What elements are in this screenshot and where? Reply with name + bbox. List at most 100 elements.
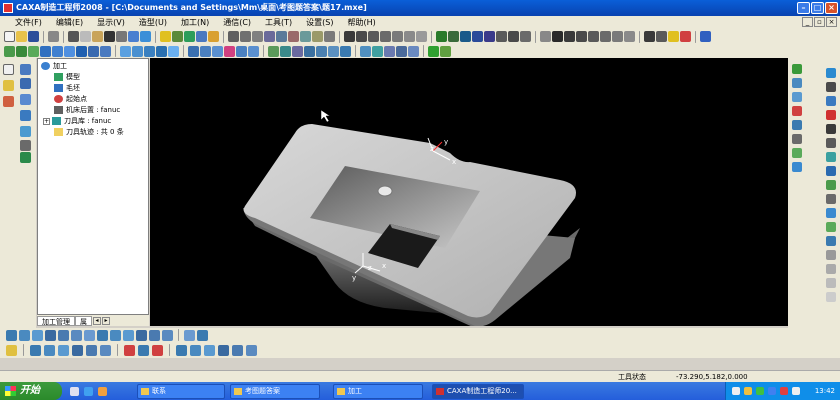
- layer-panel-icon[interactable]: [20, 94, 31, 105]
- ime-icon[interactable]: [768, 387, 776, 395]
- open-file-icon[interactable]: [16, 31, 27, 42]
- pointer-icon[interactable]: [140, 31, 151, 42]
- copy-icon[interactable]: [80, 31, 91, 42]
- curve-circle-icon[interactable]: [792, 92, 802, 102]
- menu-modeling[interactable]: 造型(U): [132, 16, 174, 29]
- tree-toggle-icon[interactable]: [20, 64, 31, 75]
- draw-polygon-icon[interactable]: [826, 124, 836, 134]
- draw-mirror-icon[interactable]: [826, 222, 836, 232]
- media-icon[interactable]: [98, 387, 107, 396]
- material-icon[interactable]: [668, 31, 679, 42]
- feature-array-icon[interactable]: [156, 45, 167, 57]
- minimize-button[interactable]: –: [797, 2, 810, 14]
- rib-icon[interactable]: [368, 31, 379, 42]
- zoom-window-icon[interactable]: [552, 31, 563, 42]
- sketch-icon[interactable]: [328, 45, 339, 57]
- surface-extend-icon[interactable]: [188, 45, 199, 57]
- curve-rect-icon[interactable]: [792, 106, 802, 116]
- feature-loft-icon[interactable]: [40, 45, 51, 57]
- draw-text-icon[interactable]: [826, 180, 836, 190]
- loft-icon[interactable]: [300, 31, 311, 42]
- toolpath-cut-icon[interactable]: [30, 344, 41, 356]
- extrude-icon[interactable]: [264, 31, 275, 42]
- feature-mirror-icon[interactable]: [168, 45, 179, 57]
- task-contact[interactable]: 联系: [137, 384, 225, 399]
- curve-line-icon[interactable]: [792, 64, 802, 74]
- security-icon[interactable]: [756, 387, 764, 395]
- tab-prev-icon[interactable]: ◂: [93, 316, 101, 325]
- task-answers[interactable]: 考图题答案: [230, 384, 320, 399]
- sketch-pencil-icon[interactable]: [3, 80, 14, 91]
- draw-trim-icon[interactable]: [826, 208, 836, 218]
- attribute-icon[interactable]: [408, 45, 419, 57]
- tree-item-machine[interactable]: 机床后置 : fanuc: [54, 105, 120, 115]
- doc-restore-button[interactable]: ▫: [814, 17, 825, 27]
- tree-item-toolpath[interactable]: 刀具轨迹 : 共 0 条: [54, 127, 124, 137]
- draw-polyline-icon[interactable]: [826, 82, 836, 92]
- simulate-icon[interactable]: [162, 329, 173, 341]
- draft-icon[interactable]: [356, 31, 367, 42]
- refresh-icon[interactable]: [612, 31, 623, 42]
- feature-hole-icon[interactable]: [76, 45, 87, 57]
- post-process-icon[interactable]: [184, 329, 195, 341]
- pan-icon[interactable]: [624, 31, 635, 42]
- surface-sew-icon[interactable]: [224, 45, 235, 57]
- window-icon[interactable]: [540, 31, 551, 42]
- menu-settings[interactable]: 设置(S): [299, 16, 340, 29]
- toolpath-split-icon[interactable]: [58, 344, 69, 356]
- start-button[interactable]: 开始: [0, 382, 62, 400]
- fillet-icon[interactable]: [312, 31, 323, 42]
- feature-sweep-icon[interactable]: [52, 45, 63, 57]
- redo-icon[interactable]: [116, 31, 127, 42]
- rotate-view-icon[interactable]: [600, 31, 611, 42]
- zoom-all-icon[interactable]: [588, 31, 599, 42]
- draw-circle-icon[interactable]: [826, 96, 836, 106]
- toolpath-reverse-icon[interactable]: [72, 344, 83, 356]
- drill-icon[interactable]: [58, 329, 69, 341]
- surface-section-icon[interactable]: [248, 45, 259, 57]
- parallel-mill-icon[interactable]: [84, 329, 95, 341]
- sweep-icon[interactable]: [288, 31, 299, 42]
- menu-file[interactable]: 文件(F): [8, 16, 49, 29]
- doc-minimize-button[interactable]: _: [802, 17, 813, 27]
- surface-tool-icon[interactable]: [240, 31, 251, 42]
- draw-point-icon[interactable]: [826, 166, 836, 176]
- curve-spline-icon[interactable]: [792, 134, 802, 144]
- finishing-icon[interactable]: [19, 329, 30, 341]
- surface-blend-icon[interactable]: [212, 45, 223, 57]
- draw-scale-icon[interactable]: [826, 250, 836, 260]
- save-icon[interactable]: [28, 31, 39, 42]
- chamfer-icon[interactable]: [324, 31, 335, 42]
- rest-mill-icon[interactable]: [149, 329, 160, 341]
- toolpath-end-icon[interactable]: [138, 344, 149, 356]
- draw-rotate-icon[interactable]: [826, 264, 836, 274]
- shell-icon[interactable]: [344, 31, 355, 42]
- toolpath-join-icon[interactable]: [44, 344, 55, 356]
- pencil-mill-icon[interactable]: [110, 329, 121, 341]
- draw-move-icon[interactable]: [826, 278, 836, 288]
- zoom-out-icon[interactable]: [576, 31, 587, 42]
- feature-panel-icon[interactable]: [20, 140, 31, 151]
- task-caxa[interactable]: CAXA制造工程师20...: [432, 384, 524, 399]
- boolean-icon[interactable]: [416, 31, 427, 42]
- view-panel-icon[interactable]: [20, 110, 31, 121]
- close-button[interactable]: ×: [825, 2, 838, 14]
- menu-view[interactable]: 显示(V): [90, 16, 132, 29]
- verify-icon[interactable]: [176, 344, 187, 356]
- roughing-icon[interactable]: [6, 329, 17, 341]
- feature-guide-icon[interactable]: [64, 45, 75, 57]
- boolean-union-icon[interactable]: [268, 45, 279, 57]
- toolpath-link-icon[interactable]: [152, 344, 163, 356]
- tree-item-machining[interactable]: 加工: [41, 61, 67, 71]
- network-icon[interactable]: [732, 387, 740, 395]
- feature-extrude-icon[interactable]: [4, 45, 15, 57]
- model-viewport[interactable]: y z x z x y: [150, 58, 788, 326]
- history-icon[interactable]: [20, 126, 31, 137]
- export-icon[interactable]: [316, 45, 327, 57]
- check-gouge-icon[interactable]: [190, 344, 201, 356]
- draw-rect-icon[interactable]: [826, 110, 836, 120]
- tree-item-start-point[interactable]: 起始点: [54, 94, 87, 104]
- toolpath-start-icon[interactable]: [124, 344, 135, 356]
- curve-tool-icon[interactable]: [228, 31, 239, 42]
- filter-icon[interactable]: [184, 31, 195, 42]
